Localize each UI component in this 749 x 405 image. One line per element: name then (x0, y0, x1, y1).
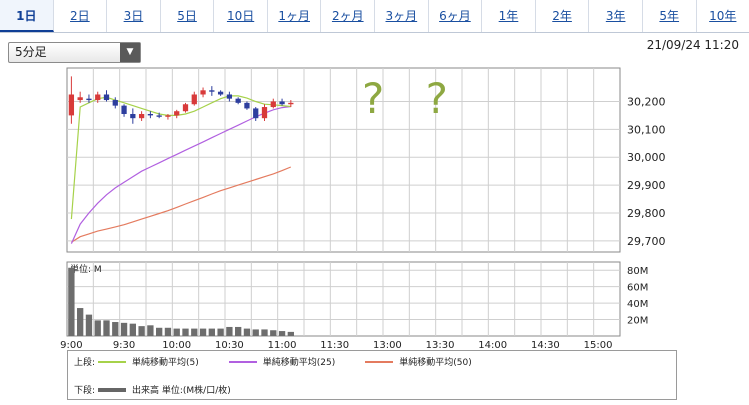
legend-volume-label: 出来高 単位:(M株/口/枚) (132, 386, 231, 396)
candle-body (217, 91, 224, 95)
candle-body (147, 114, 154, 116)
candle-body (270, 101, 276, 108)
legend-ma5: 単純移動平均(5) (98, 355, 199, 368)
candle-body (174, 111, 180, 116)
volume-unit-label: 単位: M (70, 263, 102, 275)
volume-bar (287, 331, 294, 336)
x-tick-label: 9:00 (60, 340, 82, 350)
volume-bar (77, 308, 84, 336)
volume-y-tick: 20M (627, 316, 648, 327)
x-tick-label: 11:00 (268, 340, 297, 350)
volume-bar (235, 326, 242, 336)
candle-body (226, 94, 233, 99)
x-tick-label: 10:00 (162, 340, 191, 350)
candle-body (112, 100, 118, 106)
candle-body (244, 102, 250, 109)
price-y-tick: 29,900 (627, 179, 666, 192)
legend-ma5-swatch (98, 360, 126, 363)
legend-upper-row: 上段: 単純移動平均(5) 単純移動平均(25) 単純移動平均(50) (74, 355, 502, 368)
legend-volume-swatch (98, 387, 126, 392)
candle-body (209, 90, 215, 92)
volume-bar (129, 323, 136, 336)
volume-bar (278, 331, 286, 336)
legend-ma25-label: 単純移動平均(25) (262, 358, 336, 368)
volume-bar (68, 267, 75, 336)
volume-bar (191, 328, 198, 336)
candle-body (121, 105, 127, 114)
legend-ma50: 単純移動平均(50) (365, 355, 472, 368)
candle-body (77, 97, 83, 101)
volume-bar (226, 326, 233, 336)
candle-body (200, 90, 206, 95)
legend-ma25-swatch (228, 360, 257, 363)
volume-bar (261, 329, 268, 336)
legend-volume: 出来高 単位:(M株/口/枚) (98, 383, 231, 396)
volume-panel-frame (66, 261, 621, 337)
legend-upper-label: 上段: (74, 358, 96, 368)
volume-bar (270, 330, 277, 336)
price-y-tick: 30,000 (627, 151, 666, 164)
price-y-tick: 30,100 (627, 123, 666, 136)
candle-body (253, 108, 259, 119)
legend-ma50-swatch (365, 360, 394, 363)
candle-body (103, 94, 110, 101)
x-tick-label: 9:30 (113, 340, 135, 350)
candle-body (182, 104, 189, 112)
legend-ma5-label: 単純移動平均(5) (132, 358, 199, 368)
volume-bar (173, 328, 180, 336)
volume-bar (103, 320, 110, 336)
price-y-tick: 29,700 (627, 235, 666, 248)
question-annotation: ? ? (362, 74, 462, 123)
x-tick-label: 14:30 (531, 340, 560, 350)
x-tick-label: 10:30 (215, 340, 244, 350)
legend-lower-row: 下段: 出来高 単位:(M株/口/枚) (74, 383, 261, 396)
legend-lower-label: 下段: (74, 386, 96, 396)
candle-body (68, 94, 75, 116)
candle-body (165, 115, 171, 117)
legend-ma25: 単純移動平均(25) (228, 355, 336, 368)
volume-bar (120, 322, 128, 336)
volume-bar (208, 328, 215, 336)
candle-body (235, 98, 241, 103)
legend-ma50-label: 単純移動平均(50) (399, 358, 472, 368)
stock-chart: 30,200 30,100 30,000 29,900 29,800 29,700 80M 6… (60, 67, 666, 350)
volume-bar (112, 322, 119, 336)
volume-bar (85, 314, 93, 336)
volume-bar (199, 328, 207, 336)
x-tick-label: 14:00 (478, 340, 507, 350)
candle-body (130, 114, 136, 119)
volume-bar (217, 328, 224, 336)
volume-bar (156, 327, 163, 336)
price-y-tick: 30,200 (627, 95, 666, 108)
x-tick-label: 15:00 (584, 340, 613, 350)
candle-body (261, 107, 268, 119)
volume-bar (252, 329, 259, 336)
volume-bar (164, 327, 172, 336)
candle-body (191, 94, 197, 105)
candle-body (279, 101, 285, 105)
volume-bar (182, 328, 189, 336)
candle-body (288, 102, 294, 105)
price-y-tick: 29,800 (627, 207, 666, 220)
x-tick-label: 13:30 (426, 340, 455, 350)
candle-body (138, 114, 145, 119)
volume-bar (138, 326, 145, 336)
volume-y-tick: 40M (627, 299, 648, 310)
candle-body (86, 98, 92, 101)
price-panel-frame (66, 67, 621, 253)
chart-legend: 上段: 単純移動平均(5) 単純移動平均(25) 単純移動平均(50) 下段: … (67, 350, 677, 400)
x-tick-label: 11:30 (320, 340, 349, 350)
x-tick-label: 13:00 (373, 340, 402, 350)
volume-y-tick: 60M (627, 283, 648, 294)
volume-bar (147, 325, 154, 336)
volume-bar (94, 320, 101, 336)
volume-bar (243, 328, 251, 336)
candle-body (95, 94, 101, 101)
candle-body (156, 115, 162, 117)
volume-y-tick: 80M (627, 266, 648, 277)
